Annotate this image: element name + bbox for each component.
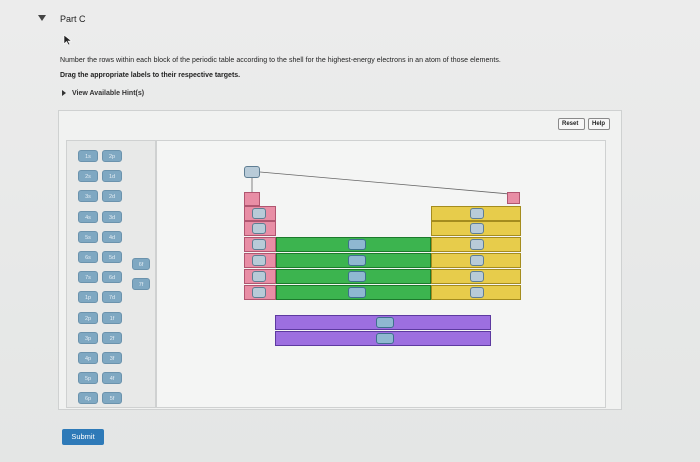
d-row-drop-target[interactable]	[348, 271, 366, 282]
draggable-label[interactable]: 4f	[102, 372, 122, 385]
draggable-label[interactable]: 5p	[78, 372, 98, 385]
d-row-drop-target[interactable]	[348, 239, 366, 250]
s-row-drop-target[interactable]	[252, 223, 266, 234]
draggable-label[interactable]: 2f	[102, 331, 122, 344]
s-row-drop-target[interactable]	[252, 255, 266, 266]
draggable-label[interactable]: 6s	[78, 251, 98, 263]
help-button[interactable]: Help	[588, 118, 610, 130]
draggable-label[interactable]: 3s	[78, 190, 98, 203]
draggable-label[interactable]: 7f	[132, 278, 150, 290]
draggable-label[interactable]: 5s	[78, 230, 98, 243]
d-row-drop-target[interactable]	[348, 287, 366, 298]
draggable-label[interactable]: 5d	[102, 251, 122, 263]
p-row-drop-target[interactable]	[470, 271, 484, 282]
part-title: Part C	[60, 14, 86, 24]
draggable-label[interactable]: 1d	[102, 170, 122, 183]
p-row-drop-target[interactable]	[470, 223, 484, 234]
draggable-label[interactable]: 1p	[78, 291, 98, 304]
s-row-drop-target[interactable]	[252, 287, 266, 298]
submit-button[interactable]: Submit	[62, 429, 104, 445]
s-row-drop-target[interactable]	[252, 271, 266, 282]
p-row-drop-target[interactable]	[470, 239, 484, 250]
draggable-label[interactable]: 6f	[132, 258, 150, 270]
draggable-label[interactable]: 6d	[102, 271, 122, 284]
draggable-label[interactable]: 3f	[102, 352, 122, 364]
draggable-label[interactable]: 6p	[78, 392, 98, 405]
page: Part C Number the rows within each block…	[0, 0, 700, 462]
hydrogen-helium-connector	[251, 171, 511, 195]
instruction-text: Number the rows within each block of the…	[60, 57, 501, 64]
draggable-label[interactable]: 5f	[102, 392, 122, 405]
hints-toggle[interactable]: View Available Hint(s)	[62, 90, 144, 97]
mouse-cursor-icon	[63, 34, 73, 46]
s-row-drop-target[interactable]	[252, 239, 266, 250]
draggable-label[interactable]: 2s	[78, 170, 98, 183]
p-row-drop-target[interactable]	[470, 208, 484, 219]
draggable-label[interactable]: 7d	[102, 291, 122, 304]
p-row-drop-target[interactable]	[470, 287, 484, 298]
helium-cell	[507, 192, 520, 204]
f-row-drop-target[interactable]	[376, 317, 394, 328]
collapse-arrow-icon[interactable]	[38, 15, 46, 21]
draggable-label[interactable]: 3p	[78, 331, 98, 344]
hints-label: View Available Hint(s)	[72, 90, 145, 97]
draggable-label[interactable]: 1f	[102, 311, 122, 324]
draggable-label[interactable]: 4d	[102, 230, 122, 243]
draggable-label[interactable]: 3d	[102, 210, 122, 223]
s-block-row-1	[244, 192, 260, 206]
hydrogen-drop-target[interactable]	[244, 166, 260, 178]
caret-right-icon	[62, 90, 66, 97]
p-row-drop-target[interactable]	[470, 255, 484, 266]
draggable-label[interactable]: 7s	[78, 271, 98, 284]
draggable-label[interactable]: 2d	[102, 190, 122, 203]
f-row-drop-target[interactable]	[376, 333, 394, 344]
draggable-label[interactable]: 2p	[102, 150, 122, 162]
draggable-label[interactable]: 1s	[78, 150, 98, 162]
instruction-drag: Drag the appropriate labels to their res…	[60, 72, 241, 79]
d-row-drop-target[interactable]	[348, 255, 366, 266]
s-row-drop-target[interactable]	[252, 208, 266, 219]
draggable-label[interactable]: 2p	[78, 311, 98, 324]
draggable-label[interactable]: 4s	[78, 210, 98, 223]
draggable-label[interactable]: 4p	[78, 352, 98, 364]
reset-button[interactable]: Reset	[558, 118, 585, 130]
